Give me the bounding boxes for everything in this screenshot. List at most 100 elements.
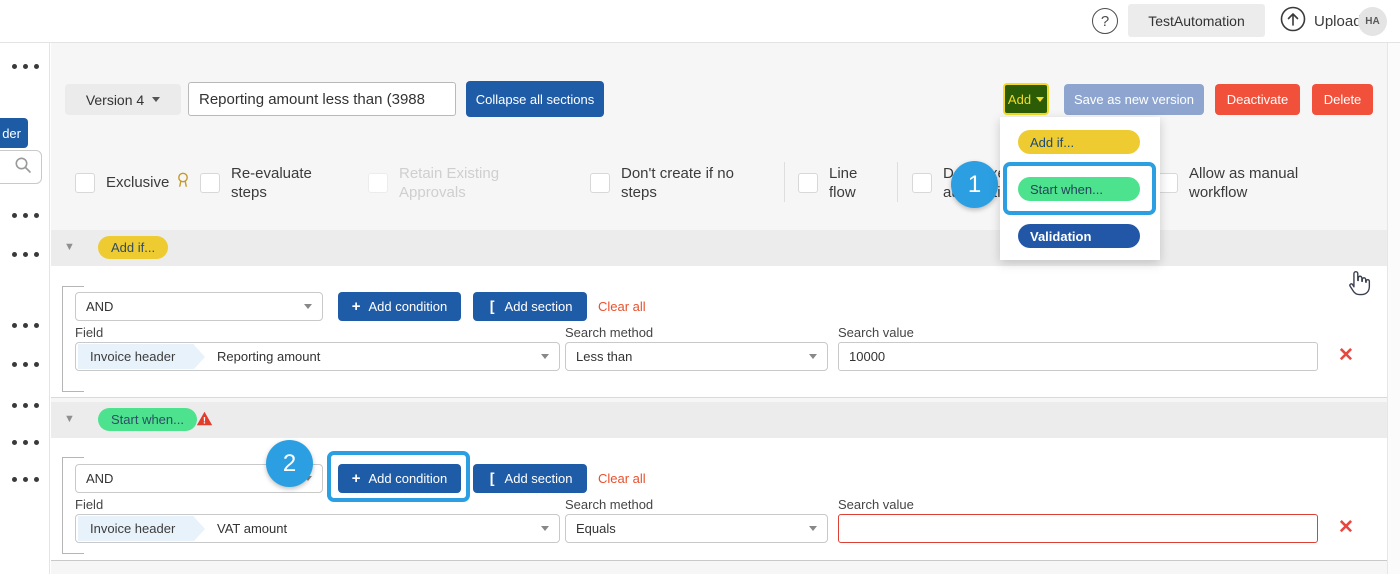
group-bracket [62,286,84,287]
clear-all-link[interactable]: Clear all [598,471,646,486]
section-body [51,266,1387,398]
collapse-all-sections-button[interactable]: Collapse all sections [466,81,604,117]
operator-value: AND [86,471,113,486]
delete-button[interactable]: Delete [1312,84,1373,115]
group-bracket [62,391,84,392]
field-select[interactable]: Invoice header Reporting amount [75,342,560,371]
delete-condition-icon[interactable]: ✕ [1338,346,1354,365]
drag-handle-icon[interactable] [12,362,39,367]
divider [897,162,898,202]
app-name-button[interactable]: TestAutomation [1128,4,1265,37]
add-section-button[interactable]: [ Add section [473,292,587,321]
section-header [51,402,1387,438]
workflow-editor-screen: ? TestAutomation Upload HA der Version 4… [0,0,1400,574]
chip-arrow [194,345,205,369]
option-dont-create-if-no-steps: Don't create if no steps [590,159,770,206]
add-label: Add [1008,92,1031,107]
save-as-new-version-button[interactable]: Save as new version [1064,84,1204,115]
field-label: Field [75,497,103,512]
search-method-value: Equals [576,521,616,536]
operator-value: AND [86,299,113,314]
field-source-chip: Invoice header [78,344,194,369]
option-label: Allow as manual workflow [1189,164,1309,202]
add-dropdown-menu: Add if... Start when... Validation [1000,117,1160,260]
option-label: Retain Existing Approvals [399,164,514,202]
drag-handle-icon[interactable] [12,440,39,445]
dont-execute-automatically-checkbox[interactable] [912,173,932,193]
chevron-down-icon [304,304,312,309]
version-label: Version 4 [86,92,144,108]
search-value-input-error[interactable] [838,514,1318,543]
warning-icon: ! [196,411,213,431]
operator-select[interactable]: AND [75,292,323,321]
search-method-label: Search method [565,325,653,340]
add-condition-button[interactable]: + Add condition [338,464,461,493]
chevron-down-icon [1036,97,1044,102]
version-dropdown[interactable]: Version 4 [65,84,181,115]
help-glyph: ? [1101,13,1109,30]
chevron-down-icon [541,354,549,359]
drag-handle-icon[interactable] [12,323,39,328]
svg-text:!: ! [203,415,206,426]
upload-icon [1280,6,1306,36]
deactivate-button[interactable]: Deactivate [1215,84,1300,115]
add-condition-button[interactable]: + Add condition [338,292,461,321]
collapse-triangle-icon[interactable]: ▼ [64,413,75,425]
search-method-value: Less than [576,349,632,364]
search-value-label: Search value [838,325,914,340]
search-icon [14,156,32,179]
line-flow-checkbox[interactable] [798,173,818,193]
premium-badge-icon [176,172,190,193]
collapse-triangle-icon[interactable]: ▼ [64,241,75,253]
search-method-select[interactable]: Equals [565,514,828,543]
search-value-label: Search value [838,497,914,512]
reevaluate-steps-checkbox[interactable] [200,173,220,193]
option-reevaluate-steps: Re-evaluate steps [200,159,330,206]
option-label: Don't create if no steps [621,164,756,202]
dont-create-if-no-steps-checkbox[interactable] [590,173,610,193]
chevron-down-icon [152,97,160,102]
field-label: Field [75,325,103,340]
menu-item-start-when[interactable]: Start when... [1018,177,1140,201]
rail-partial-button[interactable]: der [0,118,28,148]
drag-handle-icon[interactable] [12,64,39,69]
exclusive-checkbox[interactable] [75,173,95,193]
clear-all-link[interactable]: Clear all [598,299,646,314]
search-method-label: Search method [565,497,653,512]
field-source-chip: Invoice header [78,516,194,541]
right-edge-strip [1387,43,1400,574]
menu-item-validation[interactable]: Validation [1018,224,1140,248]
group-bracket [62,457,63,554]
upload-button[interactable]: Upload [1280,8,1362,34]
add-condition-label: Add condition [368,299,447,314]
option-retain-existing-approvals: Retain Existing Approvals [368,159,528,206]
help-icon[interactable]: ? [1092,8,1118,34]
field-value: Reporting amount [217,349,320,364]
drag-handle-icon[interactable] [12,252,39,257]
search-method-select[interactable]: Less than [565,342,828,371]
search-value-input[interactable] [838,342,1318,371]
drag-handle-icon[interactable] [12,477,39,482]
section-badge-start-when[interactable]: Start when... [98,408,197,431]
delete-condition-icon[interactable]: ✕ [1338,518,1354,537]
add-section-button[interactable]: [ Add section [473,464,587,493]
add-button[interactable]: Add [1003,83,1049,115]
field-select[interactable]: Invoice header VAT amount [75,514,560,543]
section-badge-add-if[interactable]: Add if... [98,236,168,259]
drag-handle-icon[interactable] [12,213,39,218]
menu-item-add-if[interactable]: Add if... [1018,130,1140,154]
allow-as-manual-workflow-checkbox[interactable] [1158,173,1178,193]
drag-handle-icon[interactable] [12,403,39,408]
chevron-down-icon [809,354,817,359]
option-label: Line flow [829,164,871,202]
rail-search-input[interactable] [0,150,42,184]
retain-existing-approvals-checkbox [368,173,388,193]
mouse-cursor-icon [1345,268,1371,303]
workflow-name-input[interactable] [188,82,456,116]
section-bracket-icon: [ [488,470,497,488]
option-allow-as-manual-workflow: Allow as manual workflow [1158,159,1328,206]
group-bracket [62,553,84,554]
plus-icon: + [352,470,361,487]
callout-step-1: 1 [951,161,998,208]
user-avatar[interactable]: HA [1358,7,1387,36]
